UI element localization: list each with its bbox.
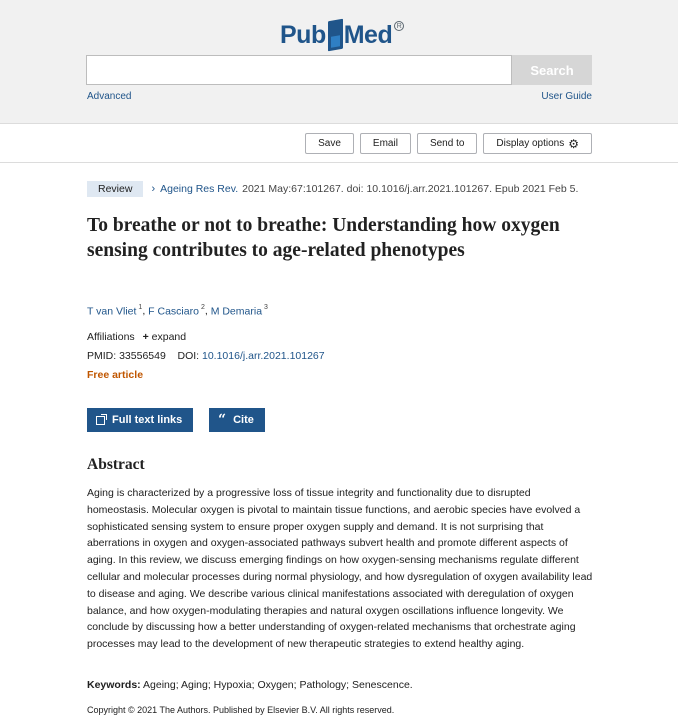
doi-link[interactable]: 10.1016/j.arr.2021.101267 bbox=[202, 350, 325, 362]
article-title: To breathe or not to breathe: Understand… bbox=[87, 215, 560, 261]
pubmed-logo[interactable]: Pub Med R bbox=[280, 18, 405, 52]
full-text-links-label: Full text links bbox=[112, 414, 183, 426]
free-article-label: Free article bbox=[87, 369, 144, 381]
user-guide-link[interactable]: User Guide bbox=[541, 91, 592, 102]
book-icon bbox=[327, 18, 343, 52]
article-type-badge: Review bbox=[87, 181, 144, 197]
cite-label: Cite bbox=[233, 414, 254, 426]
gear-icon: ⚙ bbox=[568, 136, 579, 151]
send-to-button[interactable]: Send to bbox=[416, 133, 478, 154]
citation-details: 2021 May:67:101267. doi: 10.1016/j.arr.2… bbox=[242, 183, 579, 195]
logo-text-med: Med bbox=[343, 20, 393, 49]
abstract-text: Aging is characterized by a progressive … bbox=[87, 487, 593, 651]
display-options-button[interactable]: Display options ⚙ bbox=[483, 133, 592, 154]
cite-button[interactable]: “ Cite bbox=[209, 408, 265, 432]
display-options-label: Display options bbox=[496, 138, 565, 149]
expand-label: expand bbox=[151, 331, 187, 343]
external-link-icon bbox=[96, 413, 107, 425]
save-button[interactable]: Save bbox=[305, 133, 354, 154]
keywords-list: Ageing; Aging; Hypoxia; Oxygen; Patholog… bbox=[143, 679, 413, 691]
citation-line: Review › Ageing Res Rev. 2021 May:67:101… bbox=[87, 181, 578, 197]
author-link[interactable]: M Demaria 3 bbox=[211, 304, 268, 318]
search-input[interactable] bbox=[86, 55, 512, 85]
affiliations-label: Affiliations bbox=[87, 331, 135, 343]
keywords-label: Keywords: bbox=[87, 679, 141, 691]
journal-link[interactable]: Ageing Res Rev. bbox=[160, 183, 238, 195]
affiliations-toggle[interactable]: Affiliations + expand bbox=[87, 331, 186, 343]
advanced-search-link[interactable]: Advanced bbox=[87, 91, 131, 102]
email-button[interactable]: Email bbox=[359, 133, 411, 154]
logo-text-pub: Pub bbox=[280, 20, 326, 49]
author-list: T van Vliet 1, F Casciaro 2, M Demaria 3 bbox=[87, 304, 268, 318]
doi-label: DOI: bbox=[177, 350, 200, 362]
abstract-heading: Abstract bbox=[87, 456, 145, 473]
chevron-right-icon: › bbox=[151, 183, 156, 195]
keywords: Keywords: Ageing; Aging; Hypoxia; Oxygen… bbox=[87, 679, 413, 691]
toolbar-divider bbox=[0, 162, 678, 163]
site-header: Pub Med R Search Advanced User Guide bbox=[0, 0, 678, 124]
plus-icon: + bbox=[142, 331, 149, 343]
author-link[interactable]: T van Vliet 1 bbox=[87, 304, 142, 318]
registered-icon: R bbox=[394, 21, 405, 31]
quote-icon: “ bbox=[218, 412, 227, 428]
search-button[interactable]: Search bbox=[512, 55, 592, 85]
pmid-label: PMID: bbox=[87, 350, 117, 362]
article-identifiers: PMID: 33556549 DOI: 10.1016/j.arr.2021.1… bbox=[87, 350, 325, 362]
copyright-notice: Copyright © 2021 The Authors. Published … bbox=[87, 705, 395, 715]
author-link[interactable]: F Casciaro 2 bbox=[148, 304, 205, 318]
full-text-links-button[interactable]: Full text links bbox=[87, 408, 194, 432]
article-toolbar: Save Email Send to Display options ⚙ bbox=[305, 133, 592, 154]
pmid-value: 33556549 bbox=[119, 350, 166, 362]
